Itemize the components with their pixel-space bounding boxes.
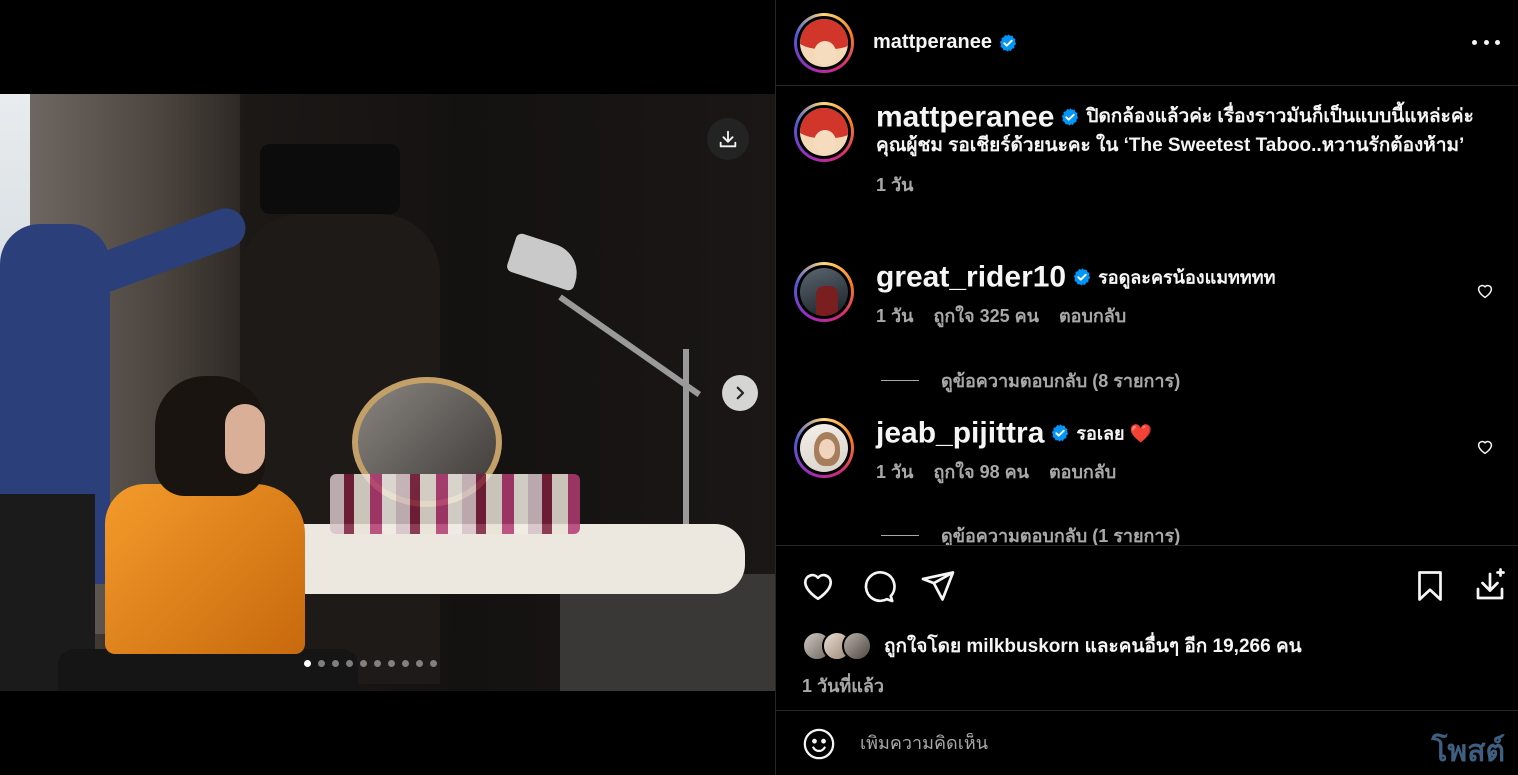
carousel-dot [318, 660, 325, 667]
carousel-indicator [304, 660, 437, 667]
photo-lamp-head [505, 232, 585, 292]
photo-lamp-pole [683, 349, 689, 529]
photo-actress-shirt [105, 484, 305, 654]
comment-avatar-image [800, 268, 848, 316]
liked-by-text: ถูกใจโดย milkbuskorn และคนอื่นๆ อีก 19,2… [884, 631, 1302, 661]
verified-badge-icon [999, 33, 1017, 52]
verified-badge-icon [1073, 268, 1091, 286]
media-viewer [0, 0, 775, 775]
liked-by-and: และ [1084, 636, 1119, 657]
comment-avatar-image [800, 424, 848, 472]
share-paper-plane-icon[interactable] [920, 568, 956, 604]
carousel-dot [332, 660, 339, 667]
comment-username[interactable]: great_rider10 [876, 260, 1066, 293]
author-username[interactable]: mattperanee [873, 31, 1018, 54]
comment-meta: 1 วัน ถูกใจ 325 คน ตอบกลับ [876, 301, 1494, 330]
caption-username[interactable]: mattperanee [876, 100, 1054, 133]
post-photo[interactable] [0, 94, 775, 691]
replies-divider [881, 535, 919, 536]
verified-badge-icon [1052, 424, 1069, 442]
photo-chair [58, 649, 358, 691]
carousel-dot [388, 660, 395, 667]
comment-avatar[interactable] [794, 262, 854, 322]
dot [1472, 39, 1477, 45]
liked-by-prefix: ถูกใจโดย [884, 636, 962, 657]
comment-meta: 1 วัน ถูกใจ 98 คน ตอบกลับ [876, 457, 1494, 486]
liked-by-count[interactable]: อีก 19,266 คน [1184, 636, 1301, 657]
more-options-button[interactable] [1472, 30, 1500, 54]
post-button[interactable]: โพสต์ [1431, 728, 1505, 775]
caption: mattperanee ปิดกล้องแล้วค่ะ เรื่องราวมันก… [794, 102, 1494, 199]
comment-time: 1 วัน [876, 462, 914, 483]
comment-composer: โพสต์ [776, 712, 1518, 775]
photo-camera [260, 144, 400, 214]
replies-divider [881, 380, 919, 381]
post-panel: mattperanee mattperanee ปิดกล้องแล้วค่ะ เ… [775, 0, 1518, 775]
liked-by-row: ถูกใจโดย milkbuskorn และคนอื่นๆ อีก 19,2… [802, 631, 1302, 661]
save-to-collection-icon[interactable] [1472, 568, 1508, 604]
caption-avatar-image [800, 108, 848, 156]
comment-text: รอดูละครน้องแมทททท [1098, 267, 1276, 288]
comment-text: รอเลย ❤️ [1076, 423, 1153, 444]
comment-likes-button[interactable]: ถูกใจ 98 คน [933, 457, 1029, 486]
like-heart-icon[interactable] [800, 568, 836, 604]
bookmark-icon[interactable] [1412, 568, 1448, 604]
view-replies-label: ดูข้อความตอบกลับ (1 รายการ) [941, 526, 1181, 545]
comment-input[interactable] [860, 733, 1380, 754]
carousel-dot [416, 660, 423, 667]
carousel-dot [402, 660, 409, 667]
comment-bubble-icon[interactable] [860, 568, 896, 604]
download-icon [719, 130, 737, 148]
carousel-dot [374, 660, 381, 667]
caption-avatar[interactable] [794, 102, 854, 162]
emoji-icon[interactable] [802, 727, 836, 761]
chevron-right-icon [736, 386, 745, 400]
photo-actress-face [225, 404, 265, 474]
reply-button[interactable]: ตอบกลับ [1059, 301, 1126, 330]
verified-badge-icon [1062, 108, 1079, 126]
comment-username[interactable]: jeab_pijittra [876, 416, 1044, 449]
post-time[interactable]: 1 วันที่แล้ว [802, 671, 884, 700]
download-button[interactable] [707, 118, 749, 160]
author-username-text[interactable]: mattperanee [873, 31, 992, 53]
author-avatar-image [800, 18, 848, 67]
post-header: mattperanee [776, 0, 1518, 86]
carousel-dot [360, 660, 367, 667]
liker-avatar[interactable] [842, 631, 872, 661]
comment-likes-button[interactable]: ถูกใจ 325 คน [933, 301, 1039, 330]
dot [1483, 39, 1489, 45]
view-replies-button[interactable]: ดูข้อความตอบกลับ (1 รายการ) [881, 521, 1180, 545]
liked-by-others[interactable]: คนอื่นๆ [1119, 636, 1179, 657]
view-replies-button[interactable]: ดูข้อความตอบกลับ (8 รายการ) [881, 366, 1180, 395]
next-slide-button[interactable] [722, 375, 758, 411]
photo-cosmetics [330, 474, 580, 534]
comments-list[interactable]: mattperanee ปิดกล้องแล้วค่ะ เรื่องราวมันก… [776, 87, 1518, 545]
author-avatar[interactable] [794, 12, 854, 73]
photo-lamp-arm [558, 294, 701, 397]
comment-item: jeab_pijittra รอเลย ❤️ 1 วัน ถูกใจ 98 คน … [794, 418, 1494, 486]
reply-button[interactable]: ตอบกลับ [1049, 457, 1116, 486]
carousel-dot [430, 660, 437, 667]
comment-avatar[interactable] [794, 418, 854, 478]
comment-time: 1 วัน [876, 306, 914, 327]
carousel-dot [304, 660, 311, 667]
action-bar: ถูกใจโดย milkbuskorn และคนอื่นๆ อีก 19,2… [776, 545, 1518, 711]
carousel-dot [346, 660, 353, 667]
comment-item: great_rider10 รอดูละครน้องแมทททท 1 วัน ถู… [794, 262, 1494, 330]
photo-desk [270, 524, 745, 594]
liked-by-user[interactable]: milkbuskorn [966, 636, 1079, 657]
view-replies-label: ดูข้อความตอบกลับ (8 รายการ) [941, 371, 1181, 391]
comment-like-heart-icon[interactable] [1476, 282, 1494, 300]
caption-meta: 1 วัน [876, 170, 1494, 199]
dot [1495, 39, 1500, 45]
comment-like-heart-icon[interactable] [1476, 438, 1494, 456]
caption-time: 1 วัน [876, 175, 914, 196]
